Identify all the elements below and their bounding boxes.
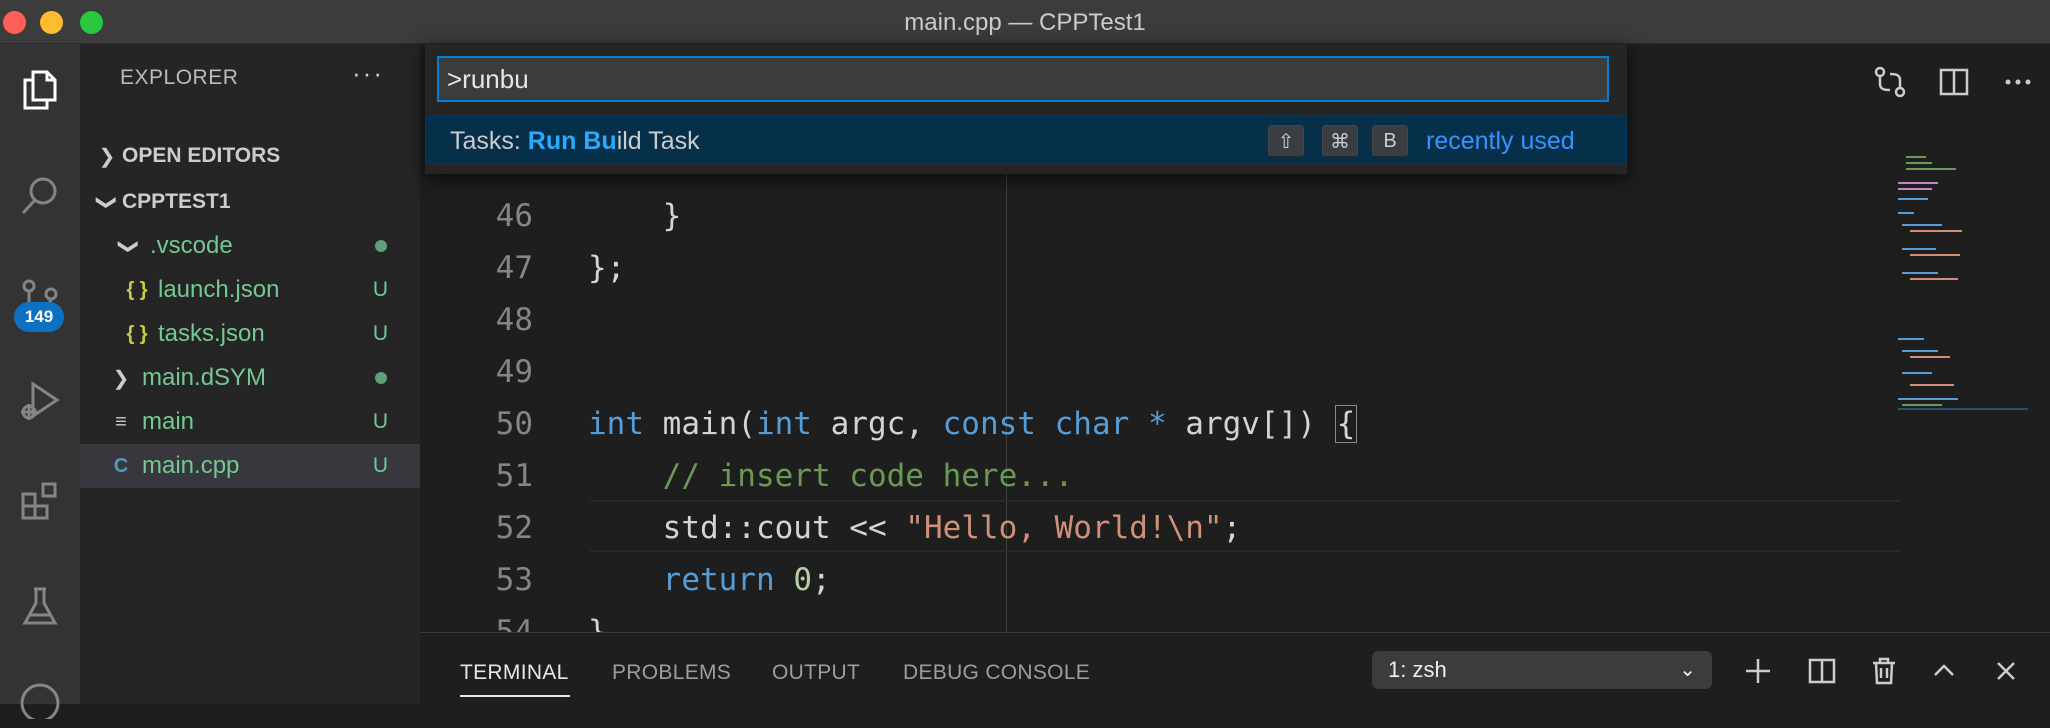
chevron-right-icon: ❯	[112, 367, 130, 390]
recently-used-label: recently used	[1426, 127, 1575, 155]
command-palette-input[interactable]: >runbu	[437, 56, 1609, 102]
title-bar: main.cpp — CPPTest1	[0, 0, 2050, 44]
tree-item-label: main.dSYM	[142, 364, 267, 391]
line-number: 47	[495, 250, 533, 286]
terminal-select-value: 1: zsh	[1388, 657, 1447, 682]
b-key: B	[1372, 125, 1408, 157]
chevron-down-icon: ⌄	[1679, 659, 1696, 681]
bottom-panel: TERMINAL PROBLEMS OUTPUT DEBUG CONSOLE 1…	[420, 632, 2050, 705]
open-editors-section[interactable]: ❯ OPEN EDITORS	[80, 136, 420, 176]
chevron-down-icon: ❯	[117, 237, 140, 255]
open-editors-label: OPEN EDITORS	[122, 144, 281, 167]
code-line: 52 std::cout << "Hello, World!\n";	[420, 504, 1900, 556]
project-label: CPPTEST1	[122, 190, 231, 213]
line-number: 49	[495, 354, 533, 390]
line-number: 46	[495, 198, 533, 234]
json-file-icon: { }	[126, 322, 148, 345]
json-file-icon: { }	[126, 278, 148, 301]
window-title: main.cpp — CPPTest1	[904, 9, 1146, 36]
maximize-panel-icon[interactable]	[1928, 655, 1960, 687]
trash-icon[interactable]	[1868, 655, 1900, 687]
code-line: 50 int main(int argc, const char * argv[…	[420, 400, 1900, 452]
code-text: int main(int argc, const char * argv[]) …	[588, 405, 1358, 443]
line-number: 51	[495, 458, 533, 494]
close-panel-icon[interactable]	[1990, 655, 2022, 687]
tree-item-label: main	[142, 408, 195, 435]
terminal-select[interactable]: 1: zsh ⌄	[1372, 651, 1712, 689]
tree-item-label: .vscode	[150, 232, 233, 259]
line-number: 50	[495, 406, 533, 442]
scm-badge: 149	[14, 302, 64, 332]
tree-item-tasks-json[interactable]: { } tasks.json U	[80, 312, 420, 356]
command-palette: >runbu Tasks: Run Build Task ⇧ ⌘ B recen…	[425, 44, 1627, 174]
tab-debug-console[interactable]: DEBUG CONSOLE	[903, 661, 1090, 685]
tree-item-main-cpp[interactable]: C main.cpp U	[80, 444, 420, 488]
activity-bar: 149	[0, 44, 80, 719]
tree-item-main-dsym[interactable]: ❯ main.dSYM	[80, 356, 420, 400]
testing-icon[interactable]	[0, 574, 80, 638]
code-text: std::cout << "Hello, World!\n";	[588, 510, 1242, 546]
explorer-icon[interactable]	[0, 57, 80, 121]
chevron-right-icon: ❯	[98, 145, 116, 168]
git-status: U	[372, 410, 388, 433]
code-text: // insert code here...	[588, 458, 1074, 494]
code-text: }	[588, 198, 682, 234]
account-icon[interactable]	[0, 664, 80, 728]
code-text: };	[588, 250, 626, 286]
line-number: 54	[495, 614, 533, 632]
code-line: 53 return 0;	[420, 556, 1900, 608]
modified-dot-icon	[375, 372, 387, 384]
code-line: 49	[420, 348, 1900, 400]
line-number: 52	[495, 510, 533, 546]
tree-item-vscode[interactable]: ❯ .vscode	[80, 224, 420, 268]
code-text: }	[588, 614, 607, 632]
file-lines-icon: ≡	[115, 410, 127, 433]
sidebar-title: EXPLORER	[120, 66, 239, 89]
line-number: 48	[495, 302, 533, 338]
explorer-sidebar: EXPLORER ··· ❯ OPEN EDITORS ❯ CPPTEST1 ❯…	[80, 44, 420, 704]
tree-item-main[interactable]: ≡ main U	[80, 400, 420, 444]
command-label: Tasks: Run Build Task	[450, 127, 700, 155]
tree-item-launch-json[interactable]: { } launch.json U	[80, 268, 420, 312]
command-result-run-build-task[interactable]: Tasks: Run Build Task ⇧ ⌘ B recently use…	[425, 116, 1627, 164]
new-terminal-icon[interactable]	[1742, 655, 1774, 687]
git-status: U	[372, 278, 388, 301]
code-line: 54 }	[420, 608, 1900, 632]
minimap[interactable]	[1892, 154, 2050, 414]
split-terminal-icon[interactable]	[1806, 655, 1838, 687]
active-tab-indicator	[460, 695, 570, 697]
matching-brace: {	[1334, 405, 1358, 443]
tree-item-label: tasks.json	[158, 320, 265, 347]
code-line: 48	[420, 296, 1900, 348]
tab-output[interactable]: OUTPUT	[772, 661, 860, 685]
tab-problems[interactable]: PROBLEMS	[612, 661, 731, 685]
git-status: U	[372, 322, 388, 345]
search-icon[interactable]	[0, 164, 80, 228]
tab-terminal[interactable]: TERMINAL	[460, 661, 569, 685]
git-status: U	[372, 454, 388, 477]
shift-key: ⇧	[1268, 125, 1304, 157]
compare-changes-icon[interactable]	[1872, 64, 1908, 100]
code-line: 46 }	[420, 192, 1900, 244]
line-number: 53	[495, 562, 533, 598]
tree-item-label: main.cpp	[142, 452, 240, 479]
code-text: return 0;	[662, 562, 831, 598]
tree-item-label: launch.json	[158, 276, 280, 303]
chevron-down-icon: ❯	[95, 193, 118, 211]
code-line: 47 };	[420, 244, 1900, 296]
command-key: ⌘	[1322, 125, 1358, 157]
project-section[interactable]: ❯ CPPTEST1	[80, 182, 420, 222]
code-line: 51 // insert code here...	[420, 452, 1900, 504]
run-debug-icon[interactable]	[0, 369, 80, 433]
modified-dot-icon	[375, 240, 387, 252]
split-editor-icon[interactable]	[1936, 64, 1972, 100]
cpp-file-icon: C	[113, 454, 129, 477]
extensions-icon[interactable]	[0, 469, 80, 533]
more-actions-icon[interactable]	[2000, 64, 2036, 100]
more-actions-button[interactable]: ···	[352, 58, 384, 89]
